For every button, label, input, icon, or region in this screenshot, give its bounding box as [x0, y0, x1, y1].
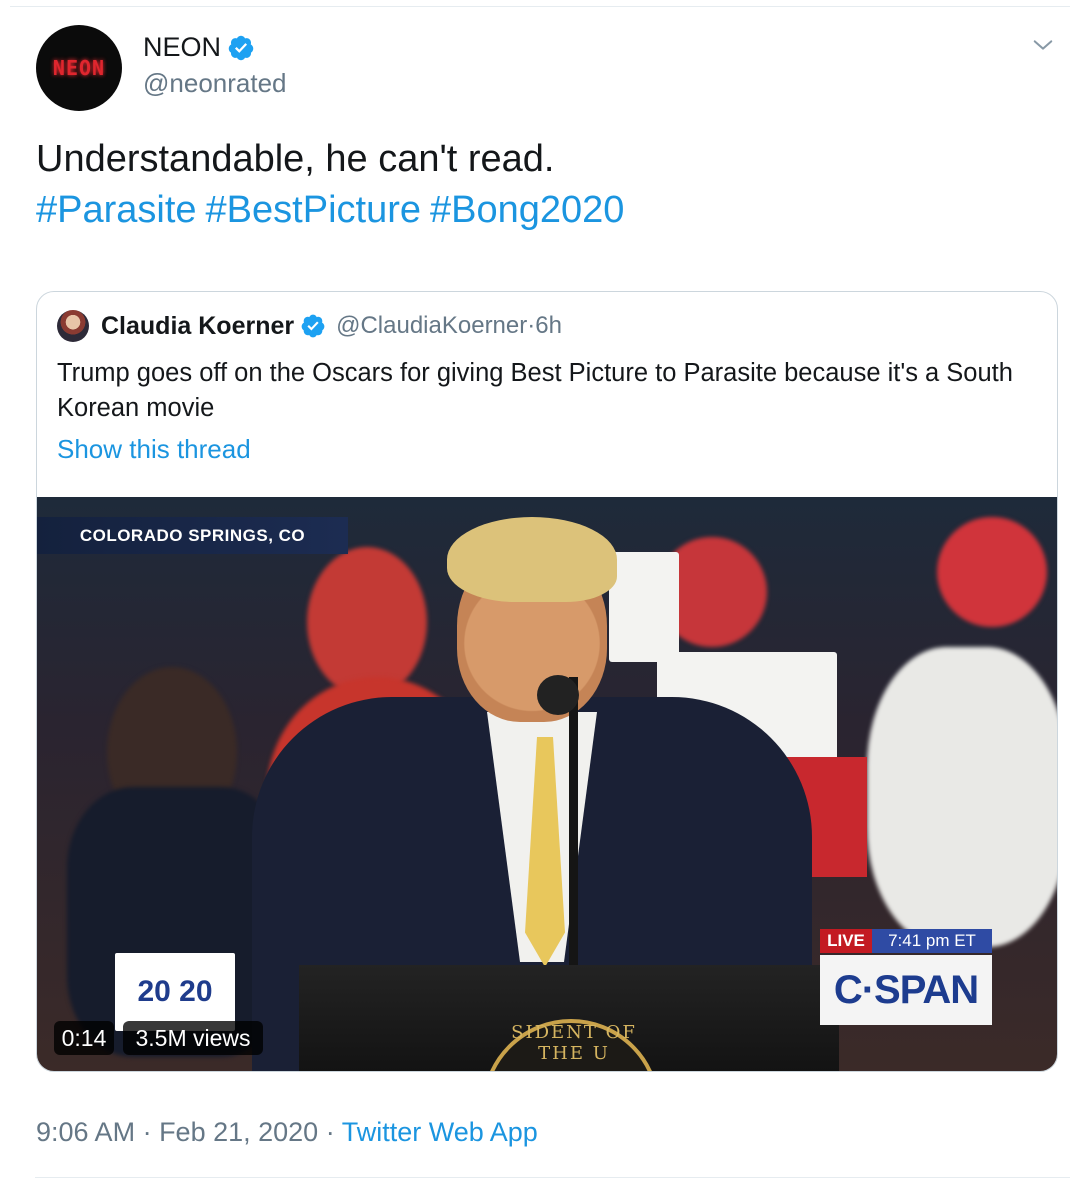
- crowd-figure: [867, 647, 1057, 947]
- avatar-logo-text: NEON: [52, 56, 106, 80]
- meta-separator: ·: [135, 1117, 160, 1147]
- network-bug: LIVE 7:41 pm ET C·SPAN: [820, 929, 992, 1025]
- tweet-hashtags: #Parasite #BestPicture #Bong2020: [36, 184, 633, 236]
- tweet-metadata: 9:06 AM · Feb 21, 2020 · Twitter Web App: [36, 1117, 538, 1148]
- video-views: 3.5M views: [123, 1021, 263, 1055]
- quoted-tweet-text: Trump goes off on the Oscars for giving …: [57, 359, 1013, 422]
- video-duration: 0:14: [54, 1021, 114, 1055]
- video-player[interactable]: COLORADO SPRINGS, CO SIDENT OF THE U 20 …: [37, 497, 1057, 1071]
- tweet-time[interactable]: 9:06 AM: [36, 1117, 135, 1147]
- quoted-tweet[interactable]: Claudia Koerner @ClaudiaKoerner · 6h Tru…: [36, 291, 1058, 1072]
- location-caption-text: COLORADO SPRINGS, CO: [79, 525, 306, 545]
- tweet-date[interactable]: Feb 21, 2020: [159, 1117, 318, 1147]
- tweet-text: Understandable, he can't read.: [36, 138, 555, 180]
- hashtag-link[interactable]: #BestPicture: [206, 189, 421, 231]
- crowd-figure: [937, 517, 1047, 627]
- author-display-name[interactable]: NEON: [143, 32, 221, 63]
- microphone: [537, 675, 579, 715]
- network-logo: C·SPAN: [820, 955, 992, 1025]
- broadcast-time: 7:41 pm ET: [872, 929, 992, 953]
- meta-separator: ·: [318, 1117, 342, 1147]
- live-badge: LIVE: [820, 929, 872, 953]
- hashtag-link[interactable]: #Bong2020: [430, 189, 624, 231]
- speaker-hair: [447, 517, 617, 602]
- crowd-figure: [307, 547, 427, 697]
- tweet-card: NEON NEON @neonrated Understandable, he …: [0, 0, 1080, 1186]
- author-avatar[interactable]: NEON: [36, 25, 122, 111]
- crowd-sign: [609, 552, 679, 662]
- campaign-logo: 20 20: [115, 953, 235, 1031]
- header-separator: ·: [527, 312, 536, 339]
- chevron-down-icon[interactable]: [1032, 34, 1054, 56]
- bottom-divider: [35, 1177, 1070, 1178]
- microphone-stand: [569, 677, 578, 977]
- quoted-author-name[interactable]: Claudia Koerner: [101, 312, 294, 341]
- quoted-tweet-header: Claudia Koerner @ClaudiaKoerner · 6h: [57, 310, 562, 342]
- top-divider: [10, 6, 1070, 7]
- quoted-author-avatar[interactable]: [57, 310, 89, 342]
- hashtag-link[interactable]: #Parasite: [36, 189, 197, 231]
- show-thread-link[interactable]: Show this thread: [57, 434, 251, 465]
- quoted-author-handle[interactable]: @ClaudiaKoerner: [336, 312, 527, 340]
- quoted-tweet-age[interactable]: 6h: [535, 312, 562, 340]
- location-caption: COLORADO SPRINGS, CO: [37, 517, 348, 554]
- verified-icon: [228, 35, 254, 60]
- presidential-seal-text: SIDENT OF THE U: [511, 1022, 637, 1064]
- verified-icon: [301, 314, 325, 338]
- author-name-row: NEON: [143, 32, 255, 63]
- author-handle[interactable]: @neonrated: [143, 68, 287, 99]
- campaign-logo-text: 20 20: [137, 975, 213, 1008]
- tweet-source-link[interactable]: Twitter Web App: [342, 1117, 538, 1147]
